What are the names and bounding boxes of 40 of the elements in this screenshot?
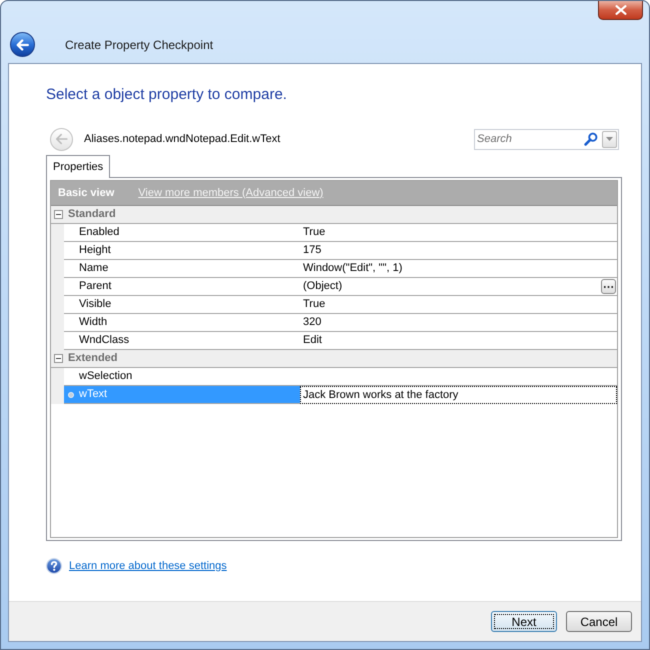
arrow-left-icon <box>16 38 29 50</box>
dialog-button[interactable]: Next <box>491 611 557 632</box>
arrow-left-icon <box>55 133 68 145</box>
caret-down-icon <box>606 137 613 141</box>
window-title: Create Property Checkpoint <box>65 36 214 54</box>
back-button[interactable] <box>10 32 35 57</box>
minus-box-icon[interactable] <box>54 210 63 219</box>
page-heading: Select a object property to compare. <box>46 85 287 105</box>
search-field[interactable]: Search <box>474 128 619 150</box>
category-label: Extended <box>68 351 118 366</box>
property-name-cell[interactable]: Height <box>64 242 300 260</box>
property-name-cell[interactable]: Parent <box>64 278 300 296</box>
tab[interactable]: Properties <box>46 155 110 178</box>
dialog-button[interactable]: Cancel <box>566 611 632 632</box>
minus-box-icon[interactable] <box>54 354 63 363</box>
property-value-cell: True <box>300 224 617 242</box>
close-icon <box>614 5 626 15</box>
property-name-cell[interactable]: Name <box>64 260 300 278</box>
dot-icon <box>68 392 74 398</box>
close-button[interactable] <box>598 1 643 20</box>
value-edit-field[interactable]: Jack Brown works at the factory <box>300 386 617 404</box>
property-value-cell: 320 <box>300 314 617 332</box>
property-name-cell[interactable]: Enabled <box>64 224 300 242</box>
ellipsis-button[interactable] <box>601 279 616 294</box>
object-path: Aliases.notepad.wndNotepad.Edit.wText <box>84 132 280 147</box>
property-name-cell[interactable]: Visible <box>64 296 300 314</box>
search-icon[interactable] <box>584 132 598 146</box>
row-margin <box>51 386 64 404</box>
property-value: (Object) <box>303 279 342 294</box>
property-name: wText <box>79 387 108 402</box>
view-label: Basic view <box>58 186 114 201</box>
help-icon <box>46 558 62 574</box>
search-input[interactable]: Search <box>477 130 584 148</box>
category-label: Standard <box>68 207 116 222</box>
property-value-cell: Window("Edit", "", 1) <box>300 260 617 278</box>
property-value-cell: True <box>300 296 617 314</box>
dropdown-button[interactable] <box>602 130 617 148</box>
property-value-cell: 175 <box>300 242 617 260</box>
help-link[interactable]: Learn more about these settings <box>69 558 227 574</box>
property-name-cell[interactable]: Width <box>64 314 300 332</box>
